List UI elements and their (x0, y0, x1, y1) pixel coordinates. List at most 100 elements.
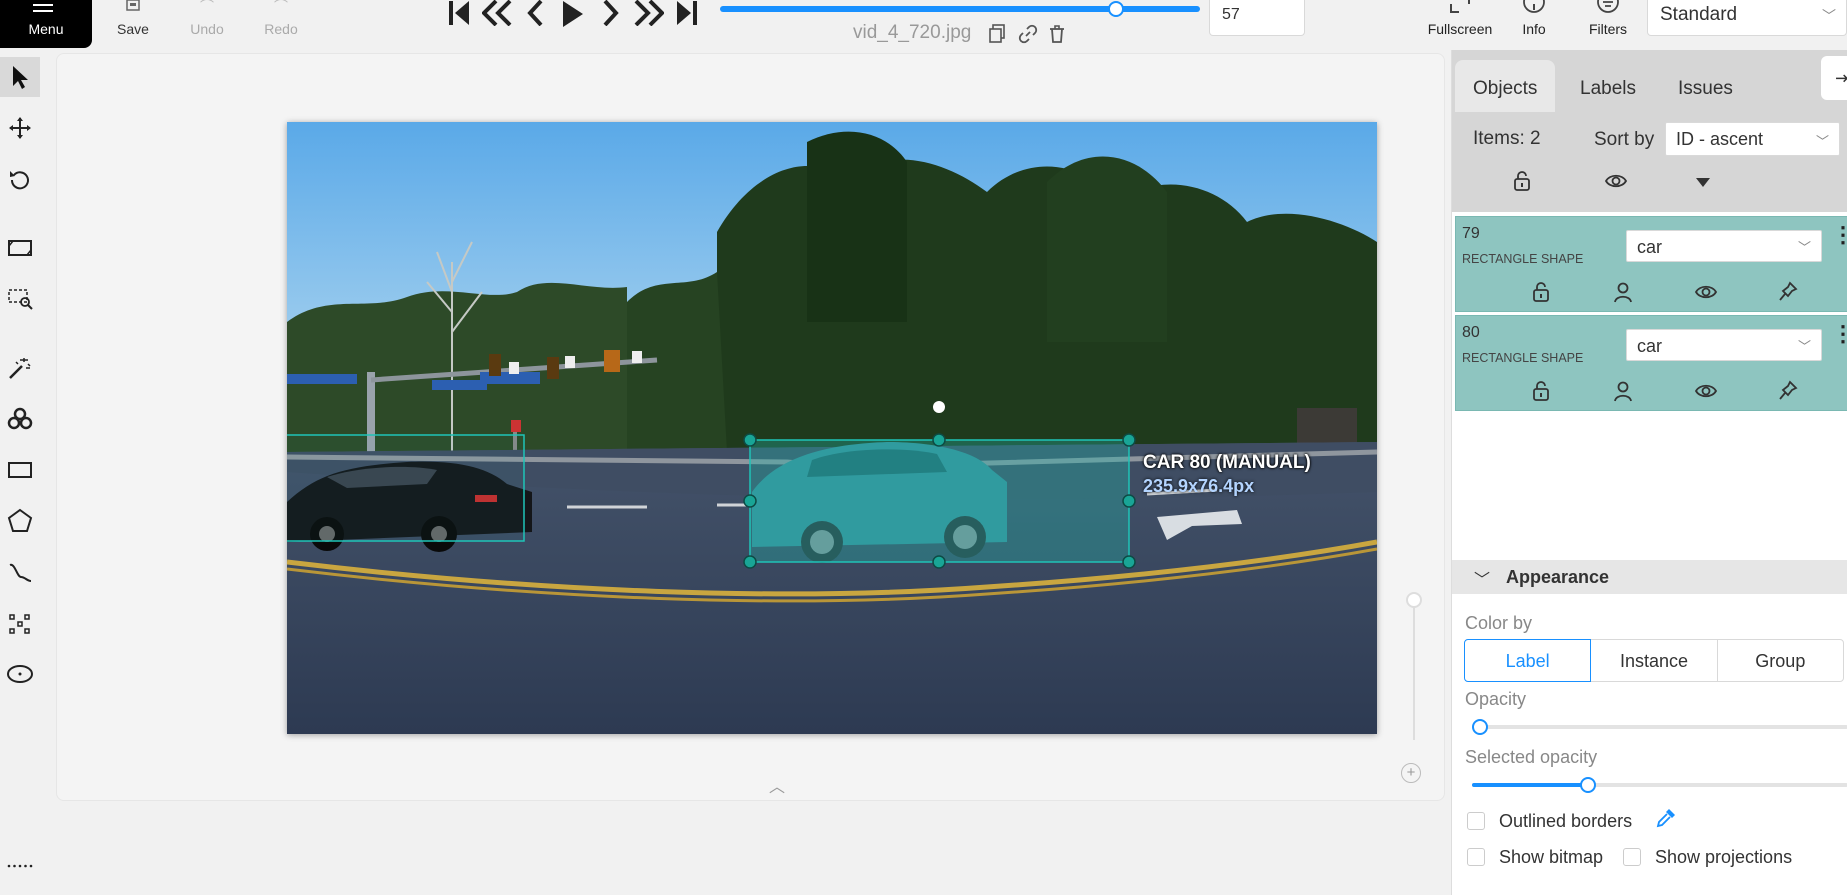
rotate-tool[interactable] (0, 159, 40, 199)
play-icon[interactable] (554, 0, 592, 30)
lock-icon[interactable] (1531, 380, 1553, 402)
fit-image-icon (8, 240, 32, 256)
hamburger-icon (33, 0, 53, 12)
rectangle-tool[interactable] (0, 450, 40, 490)
move-icon (9, 117, 31, 139)
frame-slider-handle[interactable] (1108, 1, 1124, 17)
copy-icon[interactable] (988, 24, 1008, 44)
tab-labels[interactable]: Labels (1562, 60, 1654, 112)
filters-button[interactable]: Filters (1573, 0, 1643, 48)
move-tool[interactable] (0, 108, 40, 148)
eye-all-icon[interactable] (1604, 170, 1628, 194)
menu-label: Menu (28, 21, 64, 37)
selected-opacity-slider-handle[interactable] (1580, 777, 1596, 793)
tab-issues[interactable]: Issues (1660, 60, 1751, 112)
eye-icon[interactable] (1694, 281, 1718, 303)
color-picker-icon[interactable] (1655, 807, 1677, 834)
road-sign (509, 362, 519, 374)
sidebar-header: Objects Labels Issues ⇥ Items: 2 Sort by… (1452, 50, 1847, 212)
zoom-slider-handle[interactable] (1406, 592, 1422, 608)
info-label: Info (1522, 21, 1546, 37)
chevron-down-icon: ﹀ (1797, 339, 1811, 354)
last-frame-icon[interactable] (668, 0, 706, 30)
rotation-handle[interactable] (933, 401, 945, 413)
lock-icon[interactable] (1531, 281, 1553, 303)
user-icon[interactable] (1613, 281, 1635, 303)
pin-icon[interactable] (1778, 281, 1800, 303)
ai-tools[interactable] (0, 399, 40, 439)
object-label-select[interactable]: car ﹀ (1626, 230, 1822, 262)
frame-number-input[interactable]: 57 (1209, 0, 1305, 36)
fullscreen-button[interactable]: Fullscreen (1425, 0, 1495, 48)
filters-label: Filters (1588, 21, 1628, 37)
more-options-icon[interactable]: ⋮ (1832, 323, 1847, 345)
object-label-select[interactable]: car ﹀ (1626, 329, 1822, 361)
collapse-sidebar-icon[interactable]: ⇥ (1821, 56, 1847, 100)
cursor-tool[interactable] (0, 57, 40, 97)
object-type: RECTANGLE SHAPE (1462, 351, 1584, 365)
zoom-in-icon[interactable]: + (1401, 763, 1421, 783)
color-by-label-option[interactable]: Label (1464, 639, 1592, 682)
traffic-light (489, 354, 501, 376)
tab-objects[interactable]: Objects (1455, 60, 1556, 112)
redo-button[interactable]: ⌒ Redo (251, 0, 311, 48)
menu-button[interactable]: Menu (0, 0, 92, 48)
fast-backward-icon[interactable] (478, 0, 516, 30)
polygon-tool[interactable] (0, 501, 40, 541)
first-frame-icon[interactable] (440, 0, 478, 30)
show-bitmap-checkbox[interactable] (1467, 848, 1485, 866)
frame-slider[interactable] (720, 6, 1200, 12)
polyline-icon (9, 563, 32, 582)
zoom-region-icon (8, 289, 33, 310)
zoom-slider[interactable] (1413, 600, 1415, 740)
fast-forward-icon[interactable] (630, 0, 668, 30)
object-type: RECTANGLE SHAPE (1462, 252, 1584, 266)
rectangle-icon (8, 462, 32, 478)
filter-icon (1573, 0, 1643, 19)
eye-icon[interactable] (1694, 380, 1718, 402)
workspace-value: Standard (1660, 4, 1738, 25)
items-count: Items: 2 (1473, 128, 1541, 149)
chevron-up-icon[interactable]: ︿ (764, 773, 790, 799)
points-tool[interactable] (0, 603, 40, 643)
chevron-down-icon: ﹀ (1815, 134, 1829, 149)
shape-80[interactable] (749, 439, 1130, 563)
opacity-slider[interactable] (1472, 725, 1847, 729)
ellipse-tool[interactable] (0, 654, 40, 694)
info-button[interactable]: Info (1499, 0, 1569, 48)
selected-opacity-label: Selected opacity (1465, 747, 1598, 767)
outlined-borders-checkbox[interactable] (1467, 812, 1485, 830)
file-actions (988, 24, 1068, 44)
annotation-image[interactable] (287, 122, 1377, 734)
polyline-tool[interactable] (0, 552, 40, 592)
more-options-icon[interactable]: ⋮ (1832, 224, 1847, 246)
appearance-header[interactable]: ﹀ Appearance (1452, 560, 1847, 594)
show-projections-checkbox[interactable] (1623, 848, 1641, 866)
caret-down-icon[interactable] (1694, 175, 1712, 199)
previous-frame-icon[interactable] (516, 0, 554, 30)
link-icon[interactable] (1018, 24, 1038, 44)
shape-79[interactable] (287, 434, 525, 542)
color-by-instance-option[interactable]: Instance (1590, 639, 1718, 682)
magic-wand-tool[interactable] (0, 348, 40, 388)
zoom-region-tool[interactable] (0, 279, 40, 319)
more-tools[interactable] (0, 846, 40, 886)
user-icon[interactable] (1613, 380, 1635, 402)
traffic-light (511, 420, 521, 432)
delete-icon[interactable] (1048, 24, 1068, 44)
lock-all-icon[interactable] (1512, 170, 1532, 194)
next-frame-icon[interactable] (592, 0, 630, 30)
fit-image-tool[interactable] (0, 228, 40, 268)
redo-icon: ⌒ (274, 0, 288, 14)
color-by-label: Color by (1465, 613, 1533, 633)
object-card-79[interactable]: 79 RECTANGLE SHAPE car ﹀ ⋮ (1455, 216, 1847, 312)
pin-icon[interactable] (1778, 380, 1800, 402)
opacity-slider-handle[interactable] (1472, 719, 1488, 735)
color-by-group-option[interactable]: Group (1716, 639, 1844, 682)
object-card-80[interactable]: 80 RECTANGLE SHAPE car ﹀ ⋮ (1455, 315, 1847, 411)
workspace-select[interactable]: Standard ﹀ (1647, 0, 1847, 36)
sort-select[interactable]: ID - ascent ﹀ (1665, 122, 1840, 156)
save-button[interactable]: Save (103, 0, 163, 48)
undo-button[interactable]: ⌒ Undo (177, 0, 237, 48)
shape-title-label: CAR 80 (MANUAL) (1143, 452, 1311, 473)
